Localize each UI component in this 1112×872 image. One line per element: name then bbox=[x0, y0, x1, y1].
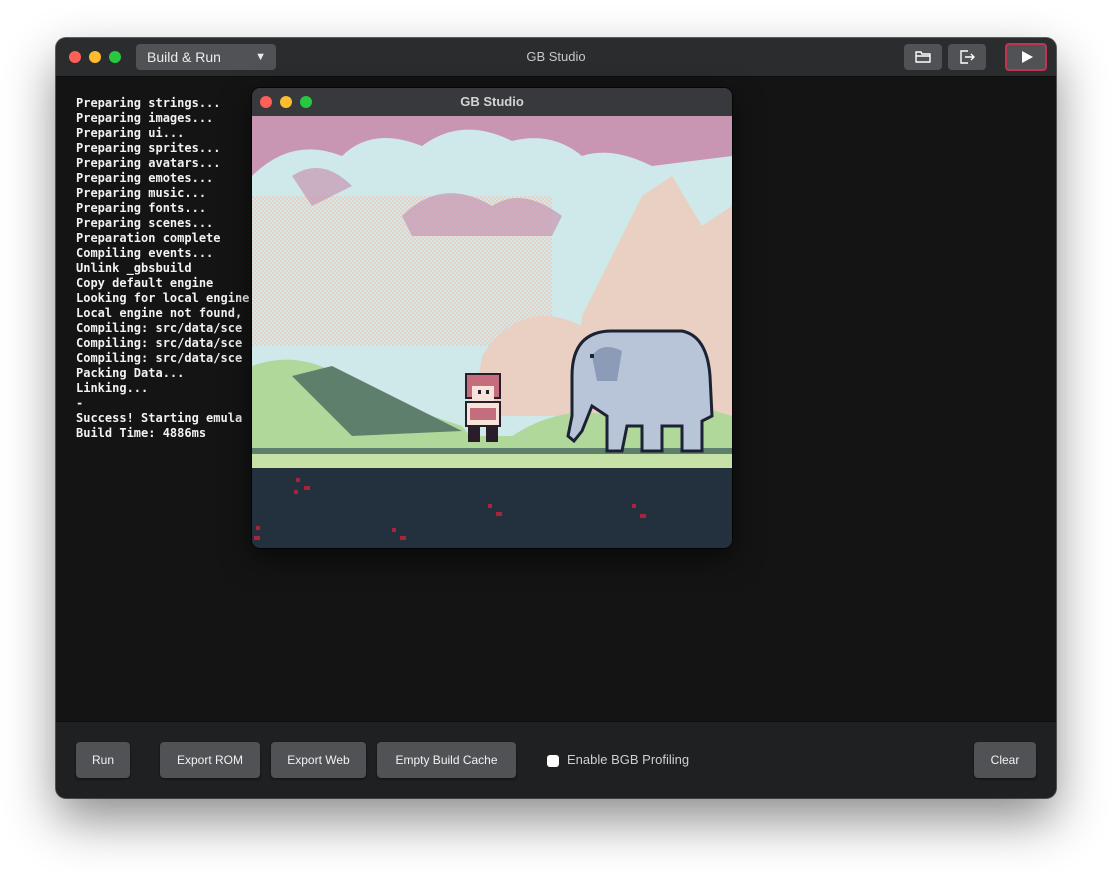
folder-open-icon bbox=[915, 51, 931, 63]
run-build-button[interactable]: Run bbox=[76, 742, 130, 778]
export-icon bbox=[960, 50, 975, 64]
export-rom-button[interactable]: Export ROM bbox=[160, 742, 260, 778]
path-light bbox=[252, 454, 732, 468]
footer-bar: Run Export ROM Export Web Empty Build Ca… bbox=[56, 721, 1056, 798]
open-folder-button[interactable] bbox=[904, 44, 942, 70]
title-bar: Build & Run ▼ GB Studio bbox=[56, 38, 1056, 77]
game-screen[interactable] bbox=[252, 116, 732, 548]
export-web-button[interactable]: Export Web bbox=[271, 742, 366, 778]
run-button[interactable] bbox=[1005, 43, 1047, 71]
bgb-profiling-checkbox[interactable] bbox=[547, 755, 559, 767]
emulator-window: GB Studio bbox=[252, 88, 732, 548]
mode-select-value: Build & Run bbox=[147, 49, 221, 65]
bgb-profiling-label: Enable BGB Profiling bbox=[567, 752, 690, 767]
chevron-down-icon: ▼ bbox=[255, 51, 266, 63]
play-icon bbox=[1022, 51, 1033, 63]
emulator-title: GB Studio bbox=[460, 94, 524, 109]
maximize-window-button[interactable] bbox=[109, 51, 121, 63]
empty-build-cache-button[interactable]: Empty Build Cache bbox=[377, 742, 516, 778]
minimize-window-button[interactable] bbox=[89, 51, 101, 63]
clear-button[interactable]: Clear bbox=[974, 742, 1036, 778]
close-window-button[interactable] bbox=[69, 51, 81, 63]
export-button[interactable] bbox=[948, 44, 986, 70]
mode-select[interactable]: Build & Run ▼ bbox=[136, 44, 276, 70]
emulator-title-bar: GB Studio bbox=[252, 88, 732, 116]
